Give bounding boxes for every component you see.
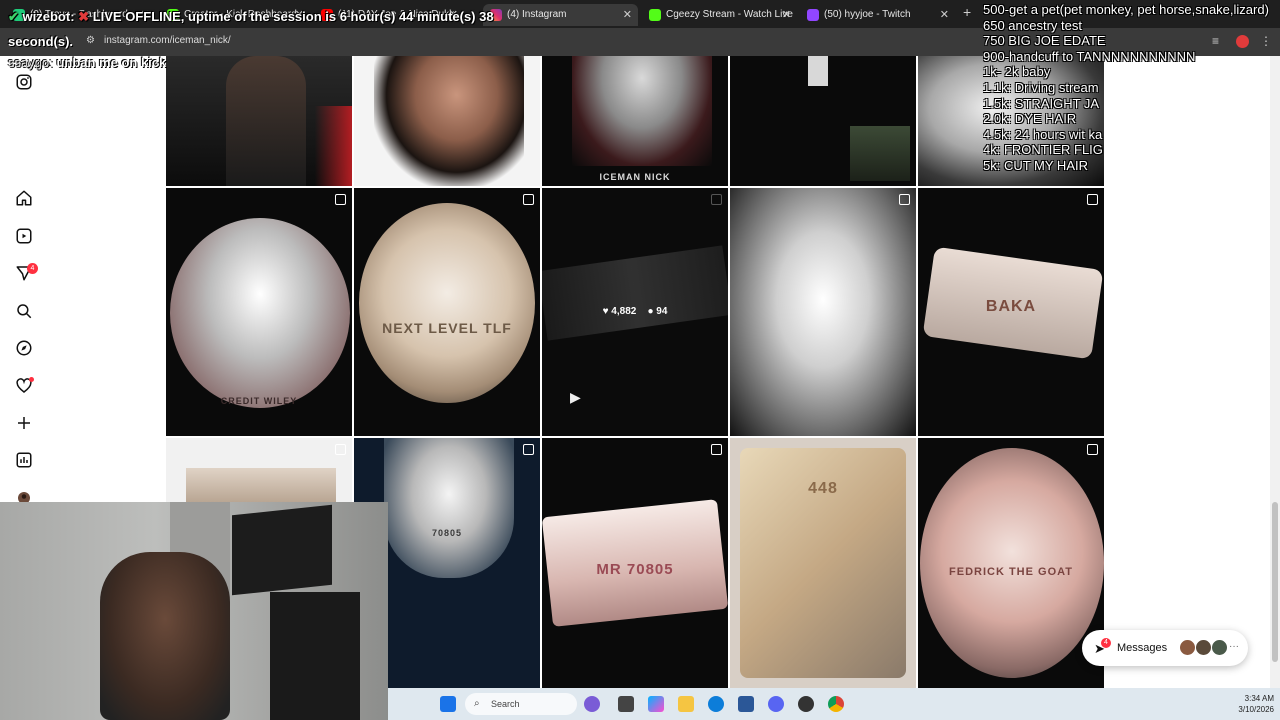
- avatar: [1212, 640, 1227, 655]
- reel-icon: [1087, 194, 1098, 205]
- home-icon[interactable]: [14, 188, 34, 208]
- streamer-image: [100, 552, 230, 720]
- chair-image: [270, 592, 360, 720]
- avatar: [1196, 640, 1211, 655]
- post-tile[interactable]: NEXT LEVEL TLF: [354, 188, 540, 436]
- cross-icon: ✖: [78, 9, 90, 24]
- kick-icon: [649, 9, 661, 21]
- jewelry-image: [359, 203, 535, 403]
- explore-icon[interactable]: [14, 338, 34, 358]
- task-view-icon[interactable]: [618, 696, 634, 712]
- dashboard-icon[interactable]: [14, 450, 34, 470]
- screen: (9) Trovo - Dashboard ✕ Creator - Kick D…: [0, 0, 1280, 720]
- chain-image: [384, 438, 514, 578]
- copilot-icon[interactable]: [648, 696, 664, 712]
- post-tile[interactable]: ICEMAN NICK: [542, 56, 728, 186]
- post-tile[interactable]: ♥ 4,882 ● 94 ▶: [542, 188, 728, 436]
- avatar: [1180, 640, 1195, 655]
- messages-badge: 4: [1101, 638, 1111, 648]
- create-icon[interactable]: [14, 413, 34, 433]
- app-icon[interactable]: [798, 696, 814, 712]
- file-explorer-icon[interactable]: [678, 696, 694, 712]
- planet-icon[interactable]: [584, 696, 600, 712]
- post-stats-overlay: ♥ 4,882 ● 94: [602, 306, 668, 317]
- reel-icon: [711, 444, 722, 455]
- reels-icon[interactable]: [14, 226, 34, 246]
- reel-icon: [335, 444, 346, 455]
- jewelry-image: [808, 56, 828, 86]
- instagram-sidebar: [0, 56, 48, 506]
- instagram-logo-icon[interactable]: [14, 72, 34, 92]
- post-tile[interactable]: FEDRICK THE GOAT: [918, 438, 1104, 688]
- close-tab-icon[interactable]: ✕: [623, 4, 632, 26]
- twitch-icon: [807, 9, 819, 21]
- cash-stack-image: [850, 126, 910, 181]
- bot-status-line-continued: second(s).: [8, 34, 74, 49]
- search-icon[interactable]: [14, 301, 34, 321]
- reel-icon: [1087, 444, 1098, 455]
- tab-kick-cgeezy[interactable]: Cgeezy Stream - Watch Live ✕: [642, 4, 797, 26]
- url-field[interactable]: instagram.com/iceman_nick/: [104, 35, 231, 46]
- jewelry-image: [572, 56, 712, 166]
- close-tab-icon[interactable]: ✕: [782, 4, 791, 26]
- jewelry-image: [730, 188, 916, 436]
- post-tile[interactable]: [730, 188, 916, 436]
- webcam-overlay: [0, 502, 388, 720]
- reel-icon: [899, 194, 910, 205]
- checkmark-icon: ✔: [8, 9, 19, 24]
- chrome-icon[interactable]: [828, 696, 844, 712]
- reel-icon: [711, 194, 722, 205]
- windows-start-icon[interactable]: [440, 696, 456, 712]
- chain-image: [542, 245, 728, 341]
- post-tile[interactable]: MR 70805: [542, 438, 728, 688]
- post-tile[interactable]: CREDIT WILEY: [166, 188, 352, 436]
- messages-button[interactable]: ➤ 4 Messages ···: [1082, 630, 1248, 666]
- heart-icon: ♥: [602, 306, 609, 317]
- more-icon: ···: [1229, 641, 1239, 652]
- system-clock[interactable]: 3:34 AM 3/10/2026: [1208, 693, 1274, 715]
- discord-icon[interactable]: [768, 696, 784, 712]
- person-image: [374, 56, 524, 186]
- notification-badge: 4: [27, 263, 38, 274]
- reel-icon: [335, 194, 346, 205]
- tab-instagram[interactable]: (4) Instagram ✕: [483, 4, 638, 26]
- post-tile[interactable]: BAKA: [918, 188, 1104, 436]
- background-image: [166, 106, 352, 186]
- comment-icon: ●: [647, 306, 654, 317]
- tab-twitch[interactable]: (50) hyyjoe - Twitch ✕: [800, 4, 955, 26]
- goals-overlay: 500-get a pet(pet monkey, pet horse,snak…: [983, 2, 1269, 173]
- bot-status-line: ✔ wizebot: ✖ LIVE OFFLINE, uptime of the…: [8, 9, 494, 24]
- new-tab-icon[interactable]: +: [963, 4, 971, 20]
- jewelry-image: [920, 448, 1104, 678]
- windows-taskbar: ⌕ Search 3:34 AM 3/10/2026: [388, 688, 1280, 720]
- taskbar-search[interactable]: ⌕ Search: [465, 693, 577, 715]
- notification-dot: [29, 377, 34, 382]
- post-tile[interactable]: [166, 56, 352, 186]
- reel-icon: [523, 444, 534, 455]
- post-tile[interactable]: 448: [730, 438, 916, 688]
- jewelry-image: [170, 218, 350, 408]
- reel-icon: [523, 194, 534, 205]
- chat-message: ssaygo: unban me on kick: [8, 55, 167, 70]
- edge-icon[interactable]: [708, 696, 724, 712]
- search-icon: ⌕: [474, 698, 480, 709]
- site-info-icon[interactable]: ⚙: [86, 35, 95, 46]
- mouse-cursor: ▶: [570, 389, 581, 405]
- close-tab-icon[interactable]: ✕: [940, 4, 949, 26]
- post-tile[interactable]: [730, 56, 916, 186]
- monitor-image: [232, 504, 332, 596]
- post-tile[interactable]: [354, 56, 540, 186]
- scrollbar-thumb[interactable]: [1272, 502, 1278, 662]
- store-icon[interactable]: [738, 696, 754, 712]
